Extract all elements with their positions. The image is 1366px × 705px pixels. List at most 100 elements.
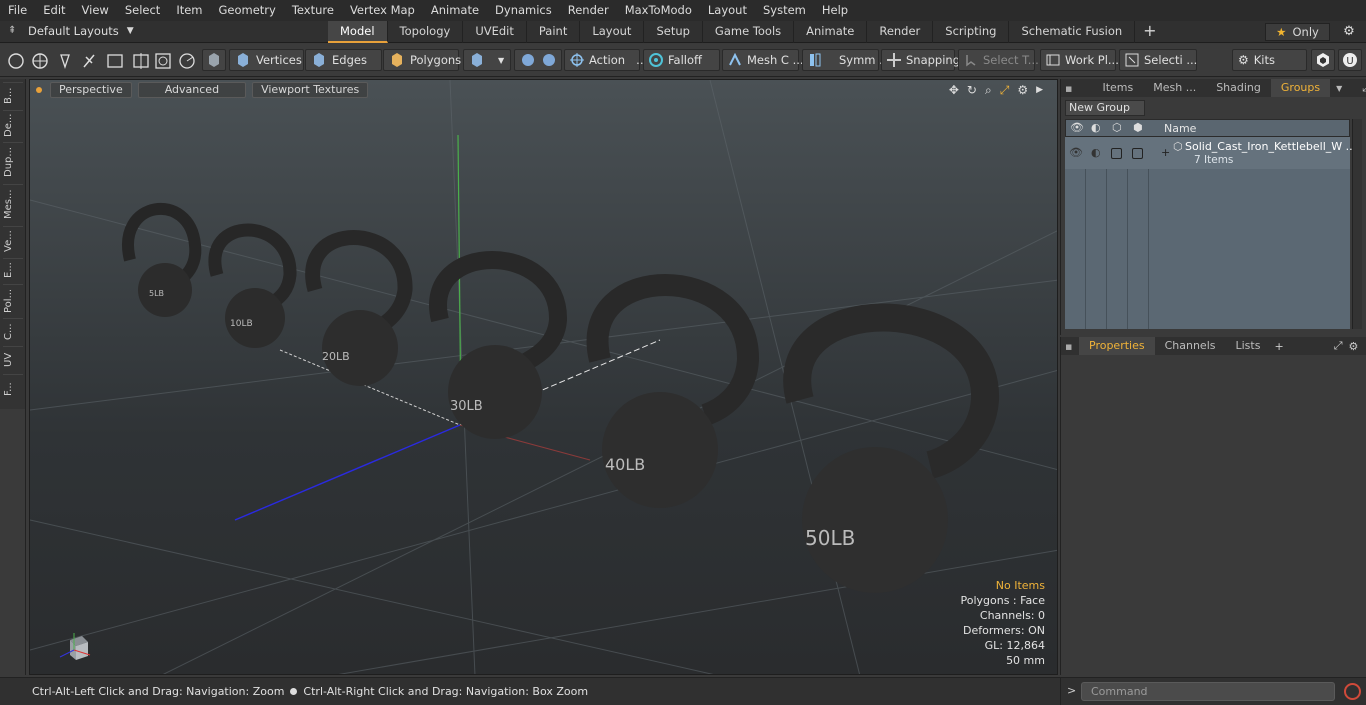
snap-toggles[interactable] [514,49,562,71]
3d-viewport[interactable]: 5LB 10LB 20LB 30LB 40LB 50LB Perspective… [29,79,1058,675]
add-tab-button[interactable]: + [1135,21,1164,43]
expand-icon[interactable]: ⤢ [1362,81,1366,95]
tab-mesh[interactable]: Mesh ... [1143,79,1206,97]
falloff-label: Falloff [668,53,702,67]
render-column-icon[interactable]: ◐ [1091,121,1101,134]
menu-select[interactable]: Select [117,0,168,21]
tab-topology[interactable]: Topology [388,21,464,43]
viewport-textures-tab[interactable]: Viewport Textures [252,82,369,98]
tab-setup[interactable]: Setup [644,21,703,43]
tab-model[interactable]: Model [328,21,388,43]
move-view-icon[interactable]: ✥ [949,83,959,98]
unity-button[interactable] [1311,49,1335,71]
tab-groups[interactable]: Groups [1270,79,1331,97]
left-tab-duplicate[interactable]: Dup... [3,142,23,182]
kits-label: Kits [1253,53,1276,67]
gear-icon[interactable]: ⚙ [1349,340,1359,353]
record-icon[interactable] [1344,683,1361,700]
left-tab-mesh[interactable]: Mes... [3,184,23,224]
menu-view[interactable]: View [74,0,117,21]
workplane-button[interactable]: Work Pl... [1040,49,1119,71]
only-toggle[interactable]: ★ Only [1265,23,1330,41]
tab-render[interactable]: Render [867,21,934,43]
tab-paint[interactable]: Paint [527,21,581,43]
menu-maxtomodo[interactable]: MaxToModo [617,0,700,21]
selection-mode-icons[interactable] [6,52,206,70]
lock-checkbox[interactable] [1111,148,1122,159]
tab-shading[interactable]: Shading [1206,79,1271,97]
menu-system[interactable]: System [755,0,814,21]
snapping-button[interactable]: Snapping [881,49,960,71]
tab-properties[interactable]: Properties [1079,337,1155,355]
menu-texture[interactable]: Texture [284,0,342,21]
tab-animate[interactable]: Animate [794,21,868,43]
falloff-button[interactable]: Falloff [643,49,720,71]
edges-button[interactable]: Edges [305,49,382,71]
layout-up-icon[interactable]: ⇞ [8,25,20,37]
left-tab-polygon[interactable]: Pol... [3,284,23,316]
unreal-button[interactable]: U [1338,49,1362,71]
tab-items[interactable]: Items [1092,79,1143,97]
expand-icon[interactable]: ⤢ [1334,339,1343,353]
menu-help[interactable]: Help [814,0,856,21]
new-group-button[interactable]: New Group [1065,100,1145,116]
polygons-button[interactable]: Polygons [383,49,461,71]
layouts-selector[interactable]: ⇞ Default Layouts ▼ [8,24,134,38]
left-tab-basic[interactable]: B... [3,82,23,108]
render-icon[interactable]: ◐ [1091,146,1101,159]
symmetry-button[interactable]: Symm ... [802,49,890,71]
tab-channels[interactable]: Channels [1155,337,1226,355]
command-input[interactable]: Command [1081,682,1335,701]
menu-file[interactable]: File [0,0,35,21]
menu-layout[interactable]: Layout [700,0,755,21]
viewport-perspective-tab[interactable]: Perspective [50,82,132,98]
name-column-header[interactable]: Name [1164,122,1196,135]
add-tab-button[interactable]: + [1274,340,1283,353]
command-prompt-icon: > [1067,684,1077,697]
menu-animate[interactable]: Animate [423,0,487,21]
tab-scripting[interactable]: Scripting [933,21,1010,43]
mesh-constraint-button[interactable]: Mesh C ... [722,49,804,71]
left-tab-curve[interactable]: C... [3,318,23,344]
chevron-down-icon[interactable]: ▼ [1336,84,1342,93]
menu-edit[interactable]: Edit [35,0,73,21]
tab-layout[interactable]: Layout [580,21,645,43]
list-item[interactable]: 👁 ◐ + ⬡ Solid_Cast_Iron_Kettlebell_W ...… [1065,137,1356,169]
eye-icon[interactable]: 👁 [1069,146,1083,159]
menu-vertex-map[interactable]: Vertex Map [342,0,423,21]
gear-icon[interactable]: ⚙ [1340,24,1358,40]
tab-game-tools[interactable]: Game Tools [703,21,795,43]
menu-item[interactable]: Item [168,0,210,21]
left-tab-fusion[interactable]: F... [3,374,23,404]
left-tab-edge[interactable]: E... [3,258,23,282]
left-tab-uv[interactable]: UV [3,346,23,372]
viewport-advanced-tab[interactable]: Advanced [137,82,247,98]
status-hint-box-zoom: Ctrl-Alt-Right Click and Drag: Navigatio… [303,685,589,698]
left-tab-deform[interactable]: De... [3,110,23,140]
select-through-button[interactable]: Select T... [958,49,1039,71]
shading-button[interactable] [202,49,226,71]
lock-column-icon[interactable]: ⬡ [1112,121,1122,134]
select-column-icon[interactable]: ⬢ [1133,121,1143,134]
tab-uvedit[interactable]: UVEdit [463,21,527,43]
kits-button[interactable]: ⚙ Kits [1232,49,1307,71]
vertices-button[interactable]: Vertices [229,49,304,71]
tab-schematic-fusion[interactable]: Schematic Fusion [1009,21,1136,43]
visibility-column-icon[interactable]: 👁 [1070,121,1084,134]
left-tab-vertex[interactable]: Ve... [3,226,23,256]
tab-lists[interactable]: Lists [1226,337,1271,355]
menu-dynamics[interactable]: Dynamics [487,0,560,21]
selection-sets-button[interactable]: Selecti ... [1119,49,1197,71]
action-center-button[interactable]: Action… [564,49,648,71]
item-mode-button[interactable]: ▼ [463,49,511,71]
rotate-view-icon[interactable]: ↻ [967,83,977,98]
select-checkbox[interactable] [1132,148,1143,159]
viewport-menu-arrow-icon[interactable]: ▶ [1036,83,1043,98]
viewport-settings-icon[interactable]: ⚙ [1017,83,1028,98]
maximize-view-icon[interactable]: ⤢ [1000,83,1010,98]
expand-plus-icon[interactable]: + [1161,146,1170,159]
groups-scrollbar[interactable] [1352,119,1362,329]
zoom-view-icon[interactable]: ⌕ [985,83,992,98]
menu-render[interactable]: Render [560,0,617,21]
menu-geometry[interactable]: Geometry [211,0,284,21]
